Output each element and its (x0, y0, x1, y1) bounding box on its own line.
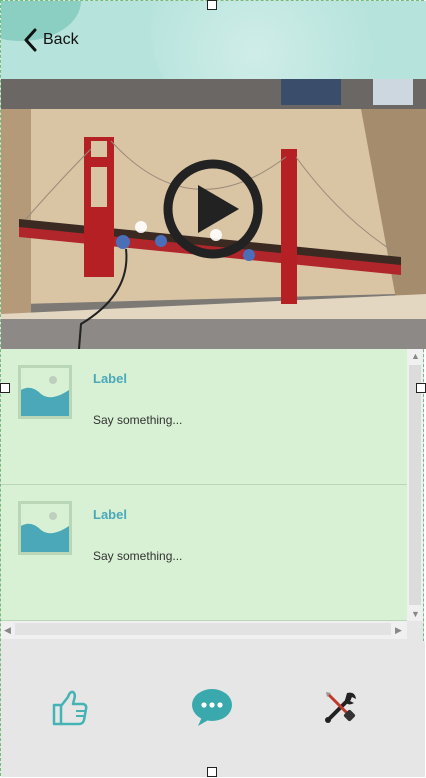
comment-button[interactable] (190, 685, 234, 729)
video-player[interactable] (1, 79, 426, 349)
scrollbar-thumb[interactable] (409, 365, 421, 605)
tools-button[interactable] (319, 685, 363, 729)
back-button[interactable]: Back (23, 25, 79, 55)
comment-list[interactable]: Label Say something... Label Say somethi… (1, 349, 407, 621)
app-frame: Back Label Say something... Label Say so… (0, 0, 426, 777)
item-label: Label (93, 371, 127, 386)
wrench-screwdriver-icon (325, 692, 356, 723)
resize-handle[interactable] (207, 0, 217, 10)
video-thumbnail (1, 79, 426, 349)
scroll-down-icon[interactable]: ▼ (411, 609, 420, 619)
resize-handle[interactable] (416, 383, 426, 393)
scroll-right-icon[interactable]: ▶ (395, 625, 402, 636)
bottom-toolbar (1, 641, 425, 777)
image-placeholder-icon (18, 501, 72, 555)
resize-handle[interactable] (0, 383, 10, 393)
item-text: Say something... (93, 413, 183, 427)
header: Back (1, 1, 426, 79)
chevron-left-icon (24, 28, 37, 52)
image-placeholder-icon (18, 365, 72, 419)
resize-handle[interactable] (207, 767, 217, 777)
back-label: Back (43, 31, 79, 48)
list-item[interactable]: Label Say something... (1, 485, 407, 621)
header-decoration (151, 1, 411, 79)
like-button[interactable] (48, 685, 92, 729)
horizontal-scrollbar[interactable]: ◀ ▶ (1, 621, 407, 639)
scrollbar-track[interactable] (15, 623, 391, 635)
thumbs-up-icon (52, 690, 88, 726)
scroll-left-icon[interactable]: ◀ (4, 625, 11, 636)
scroll-up-icon[interactable]: ▲ (411, 351, 420, 361)
list-item[interactable]: Label Say something... (1, 349, 407, 485)
item-text: Say something... (93, 549, 183, 563)
item-label: Label (93, 507, 127, 522)
chat-bubble-icon (192, 689, 232, 726)
